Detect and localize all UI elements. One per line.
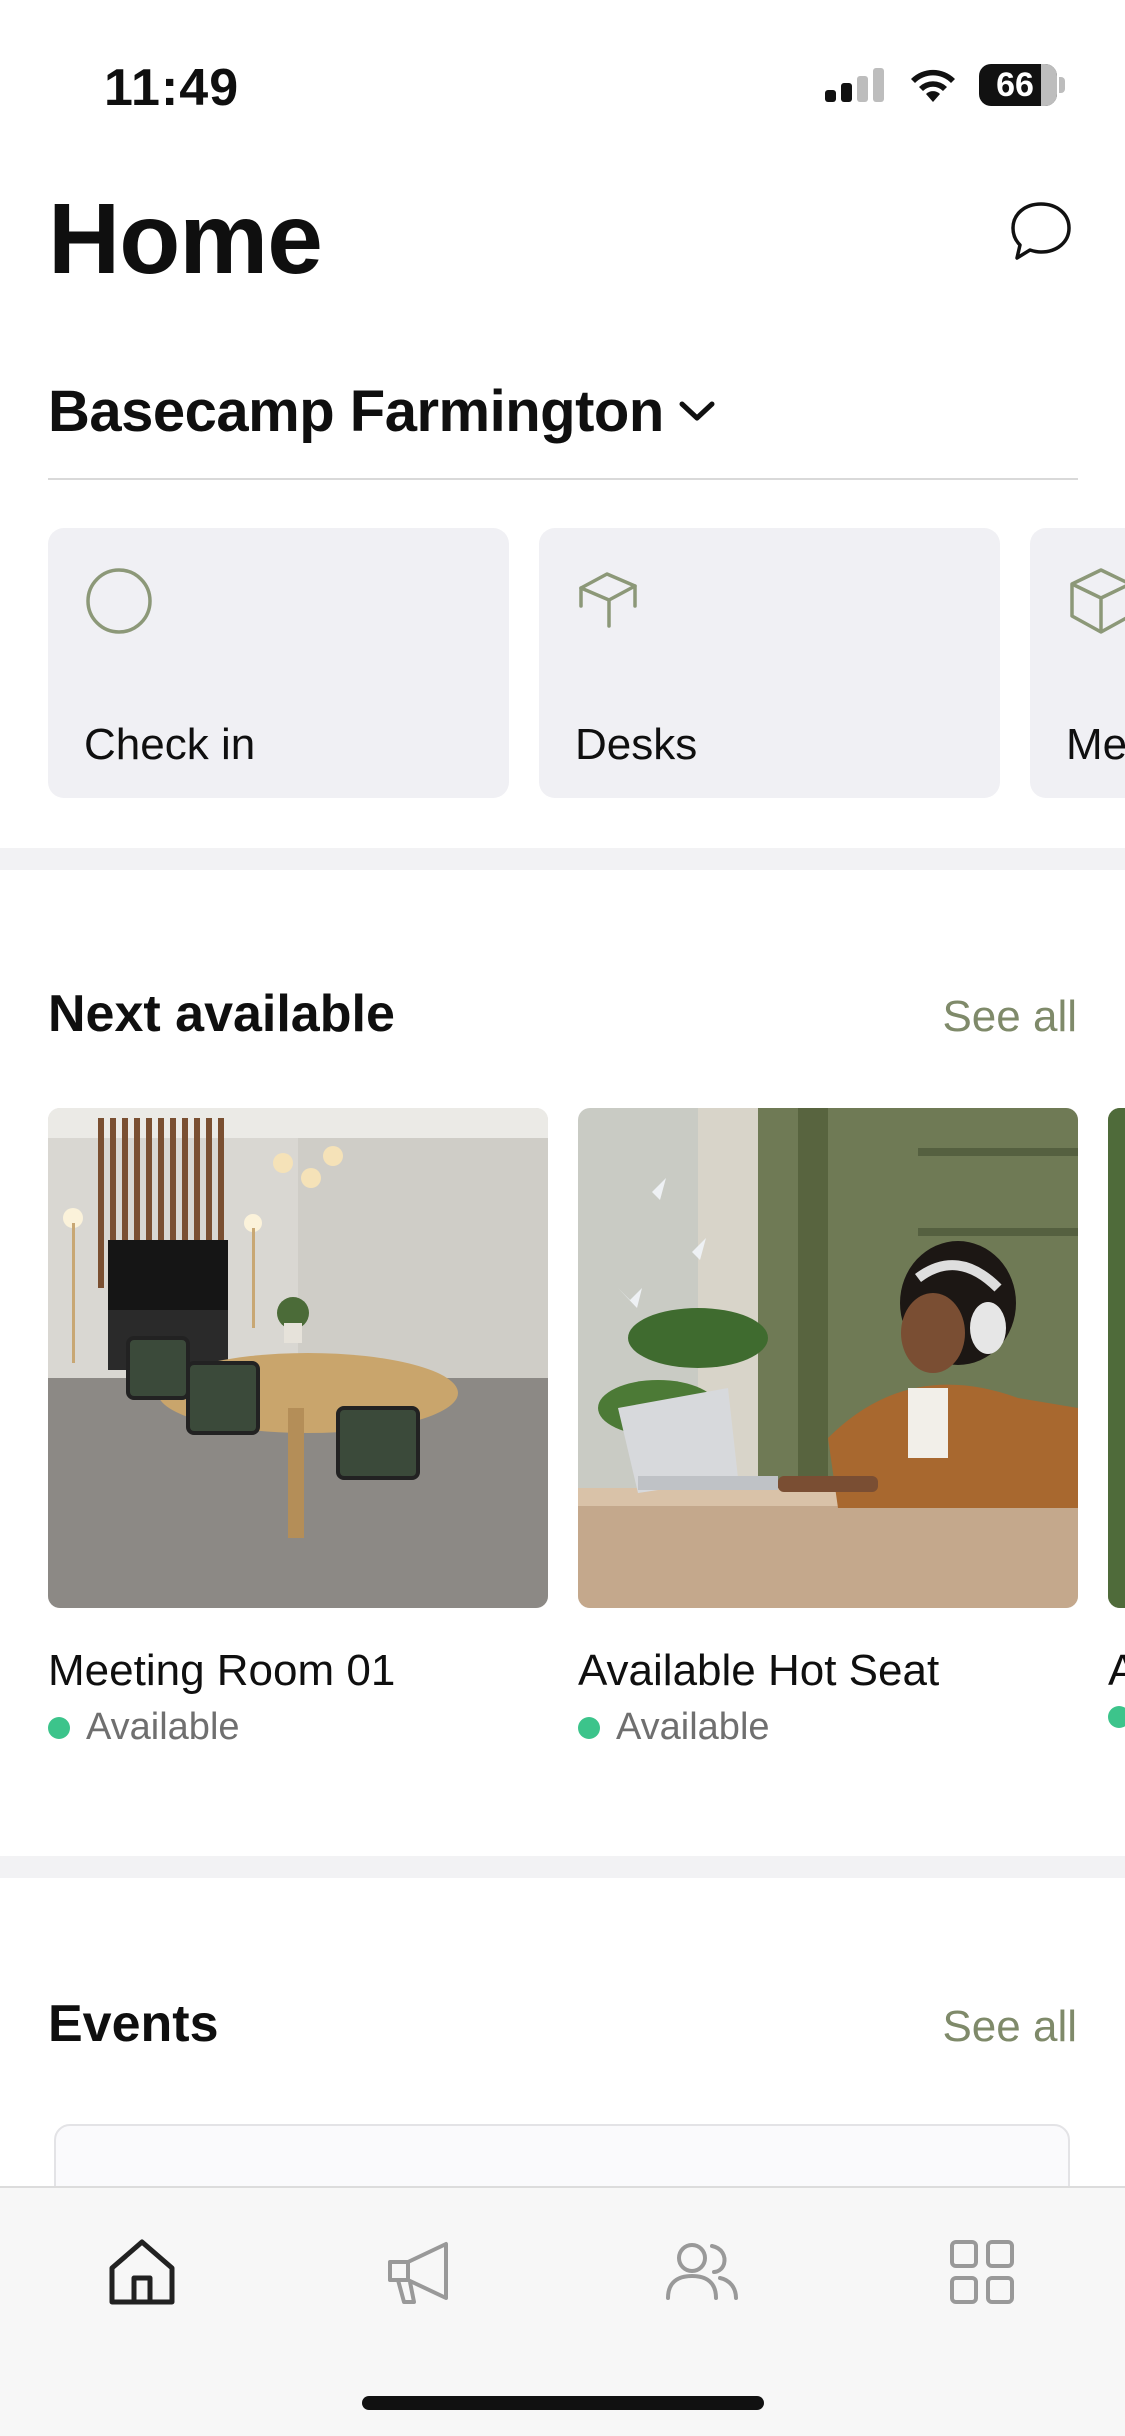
cube-icon [1070, 568, 1125, 634]
space-status-label: Available [616, 1706, 770, 1748]
box-open-icon [579, 572, 637, 628]
space-status [1108, 1706, 1125, 1728]
status-available-dot [578, 1716, 600, 1739]
quick-action-desks[interactable]: Desks [539, 528, 1000, 798]
tab-announcements[interactable] [382, 2232, 462, 2312]
section-separator [0, 1856, 1125, 1878]
status-time: 11:49 [104, 59, 240, 117]
quick-action-label: Desks [575, 720, 698, 769]
next-available-list[interactable]: Meeting Room 01 Available Available Hot … [48, 1108, 1125, 1768]
hot-seat-photo [578, 1108, 1078, 1608]
status-available-dot [1108, 1706, 1125, 1728]
battery-icon: 66 [979, 64, 1057, 106]
home-indicator [362, 2396, 764, 2410]
space-card-partial[interactable]: A [1108, 1108, 1125, 1728]
status-bar: 11:49 66 [0, 0, 1125, 150]
events-title: Events [48, 1995, 219, 2053]
space-status: Available [48, 1706, 548, 1749]
people-icon [666, 2243, 738, 2300]
tab-more[interactable] [942, 2232, 1022, 2312]
battery-level: 66 [996, 65, 1034, 104]
space-card-hot-seat[interactable]: Available Hot Seat Available [578, 1108, 1078, 1749]
chat-bubble-icon [1011, 202, 1071, 260]
chat-button[interactable] [1005, 196, 1077, 268]
space-name: A [1108, 1646, 1125, 1695]
battery-cap [1059, 77, 1065, 93]
tab-home[interactable] [102, 2232, 182, 2312]
circle-icon [86, 568, 152, 634]
section-separator [0, 848, 1125, 870]
meeting-room-photo [48, 1108, 548, 1608]
quick-actions[interactable]: Check in Desks Me [48, 528, 1125, 800]
partial-photo [1108, 1108, 1125, 1608]
tab-people[interactable] [662, 2232, 742, 2312]
location-selector[interactable]: Basecamp Farmington [48, 378, 716, 445]
space-status-label: Available [86, 1706, 240, 1748]
space-card-meeting-room[interactable]: Meeting Room 01 Available [48, 1108, 548, 1749]
status-available-dot [48, 1716, 70, 1739]
space-name: Available Hot Seat [578, 1646, 940, 1695]
page-title: Home [48, 183, 323, 295]
next-available-see-all-link[interactable]: See all [942, 992, 1077, 1042]
chevron-down-icon [679, 401, 715, 420]
megaphone-icon [388, 2242, 448, 2304]
quick-action-label: Me [1066, 720, 1125, 769]
space-name: Meeting Room 01 [48, 1646, 396, 1695]
grid-icon [950, 2240, 1014, 2304]
signal-icon [825, 68, 884, 102]
events-see-all-link[interactable]: See all [942, 2002, 1077, 2052]
quick-action-label: Check in [84, 720, 256, 769]
space-status: Available [578, 1706, 1078, 1749]
wifi-icon [911, 69, 955, 102]
next-available-title: Next available [48, 985, 395, 1043]
quick-action-partial[interactable]: Me [1030, 528, 1125, 798]
home-icon [109, 2239, 175, 2305]
header-divider [48, 478, 1078, 480]
location-name: Basecamp Farmington [48, 379, 664, 444]
status-icons: 66 [825, 64, 1065, 106]
quick-action-check-in[interactable]: Check in [48, 528, 509, 798]
